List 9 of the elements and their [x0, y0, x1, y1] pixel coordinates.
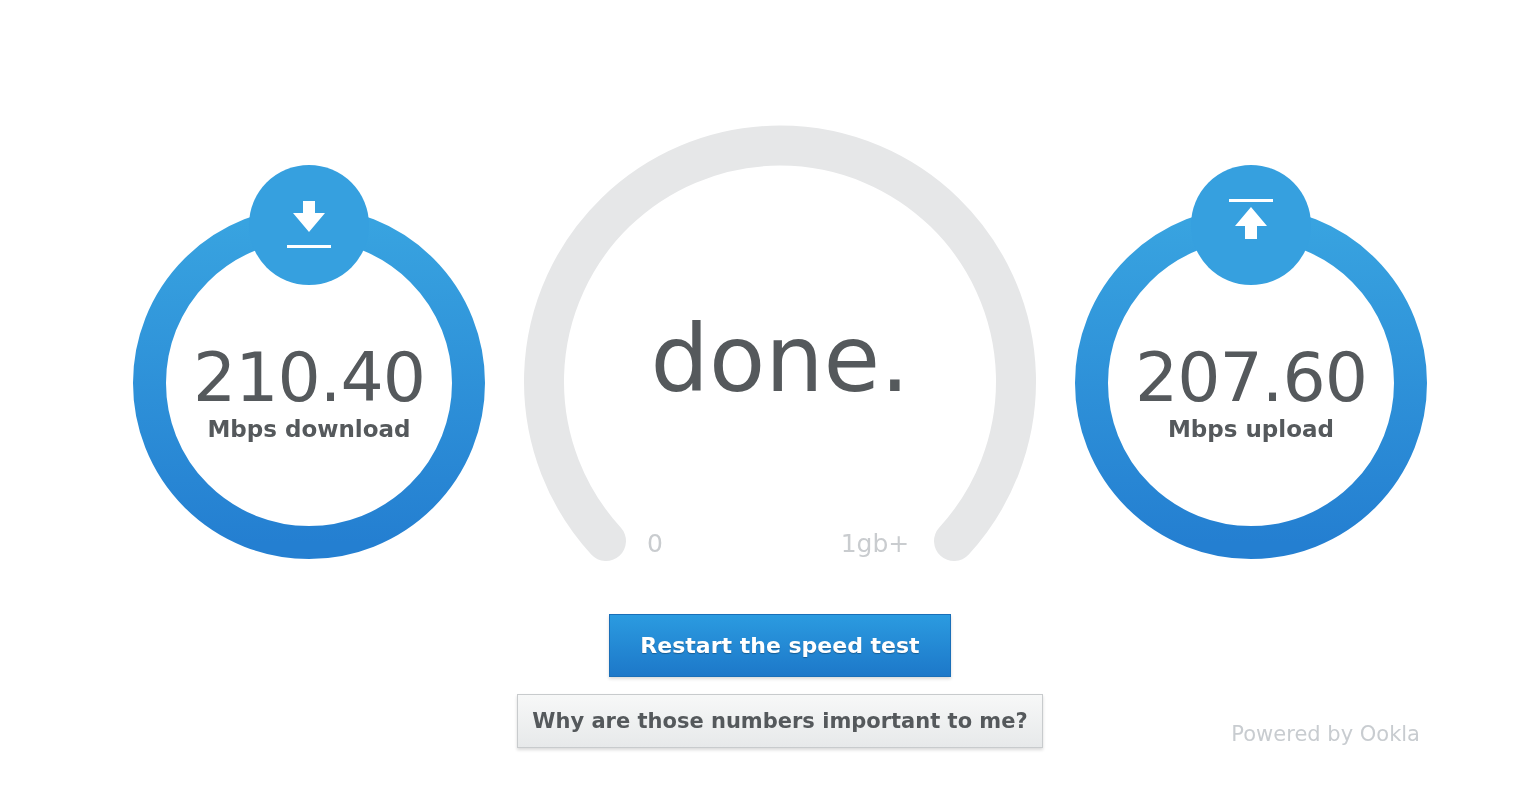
download-icon [287, 201, 331, 248]
info-button[interactable]: Why are those numbers important to me? [517, 694, 1043, 748]
restart-button[interactable]: Restart the speed test [609, 614, 951, 677]
speed-unit: Mbps upload [1168, 415, 1334, 443]
speed-value: 207.60 [1135, 341, 1367, 415]
status-text: done. [649, 307, 911, 413]
upload-icon [1229, 199, 1273, 239]
speed-unit: Mbps download [207, 415, 411, 443]
speed-value: 210.40 [193, 341, 425, 415]
